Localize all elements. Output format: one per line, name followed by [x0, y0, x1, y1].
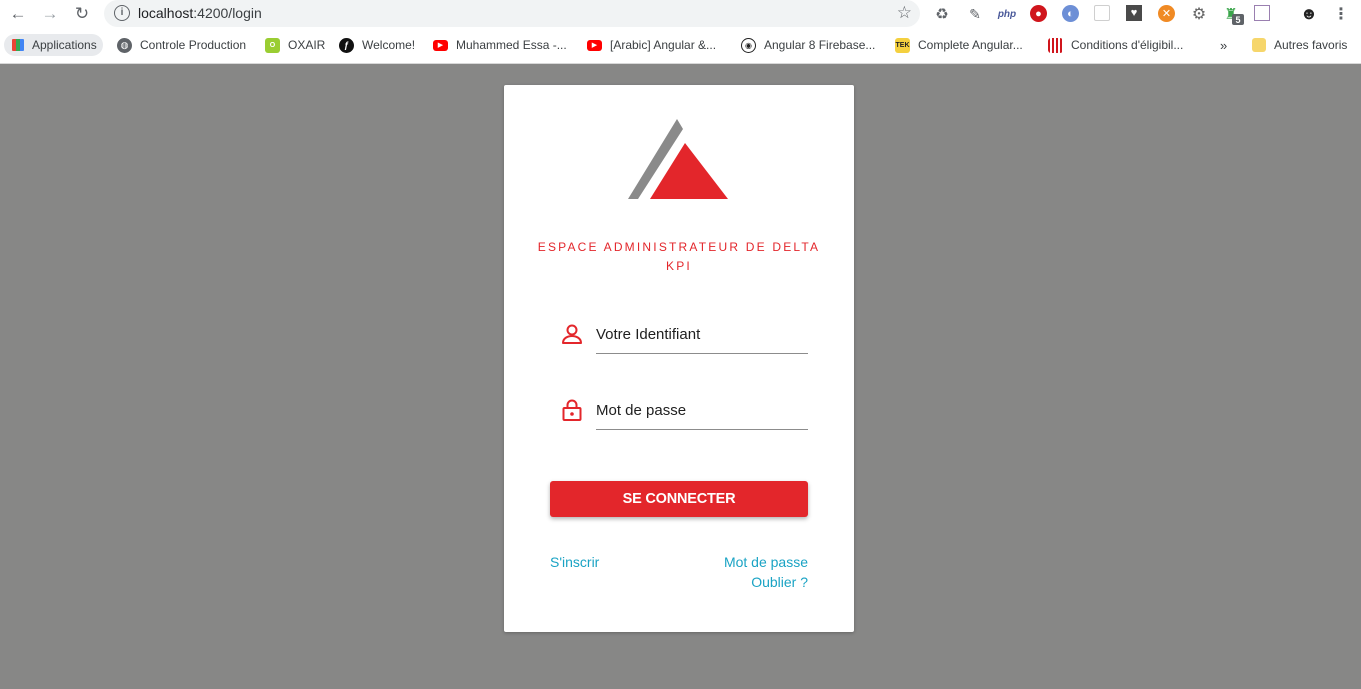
bookmark-controle-production[interactable]: ◍ Controle Production [117, 34, 246, 56]
username-field[interactable]: Votre Identifiant [560, 314, 808, 364]
menu-dots-icon[interactable]: ⋮ [1332, 5, 1350, 23]
bookmark-oxair[interactable]: O OXAIR [265, 34, 325, 56]
more-bookmarks-label: » [1220, 37, 1228, 53]
forgot-link-line1: Mot de passe [723, 554, 808, 570]
forward-arrow-icon[interactable]: → [38, 2, 62, 26]
bookmark-welcome[interactable]: ƒ Welcome! [339, 34, 415, 56]
bookmark-complete-angular[interactable]: TEK Complete Angular... [895, 34, 1023, 56]
signup-link[interactable]: S'inscrir [550, 552, 599, 572]
bookmark-label: Complete Angular... [918, 38, 1023, 52]
more-bookmarks-button[interactable]: » [1220, 34, 1227, 56]
forgot-password-link[interactable]: Mot de passe Oublier ? [724, 552, 808, 592]
url-host: localhost [138, 5, 194, 21]
orange-x-extension-icon[interactable]: ✕ [1158, 5, 1175, 22]
recycle-extension-icon[interactable]: ♻ [933, 5, 951, 23]
php-extension-icon[interactable]: php [996, 5, 1018, 23]
shield-extension-icon[interactable]: ♥ [1126, 5, 1142, 21]
bars-icon [1048, 37, 1063, 53]
bookmark-label: Welcome! [362, 38, 416, 52]
bookmark-label: Autres favoris [1274, 38, 1348, 52]
apps-grid-icon [12, 39, 24, 51]
browser-toolbar: ← → ↻ i localhost:4200/login ☆ ♻ ✎ php ●… [0, 0, 1361, 28]
page-title: ESPACE ADMINISTRATEUR DE DELTA KPI [537, 240, 821, 273]
grid-extension-icon[interactable] [1094, 5, 1110, 21]
calendar-extension-icon[interactable] [1254, 5, 1270, 21]
bookmark-conditions-eligibilite[interactable]: Conditions d'éligibil... [1048, 34, 1183, 56]
bookmarks-bar: Applications ◍ Controle Production O OXA… [0, 31, 1361, 59]
reload-icon[interactable]: ↻ [70, 2, 94, 26]
adblock-extension-icon[interactable]: ● [1030, 5, 1047, 22]
browser-chrome: ← → ↻ i localhost:4200/login ☆ ♻ ✎ php ●… [0, 0, 1361, 64]
tek-icon: TEK [895, 37, 910, 53]
address-bar[interactable]: i localhost:4200/login ☆ [104, 0, 920, 27]
bookmark-label: Conditions d'éligibil... [1071, 38, 1184, 52]
username-underline [596, 353, 808, 354]
blue-circle-extension-icon[interactable]: ◐ [1062, 5, 1079, 22]
lock-icon [562, 399, 582, 421]
youtube-icon: ▶ [433, 39, 448, 51]
login-submit-button[interactable]: SE CONNECTER [550, 481, 808, 517]
password-field[interactable]: Mot de passe [560, 390, 808, 440]
bookmark-applications[interactable]: Applications [4, 34, 103, 56]
youtube-icon: ▶ [587, 39, 602, 51]
bookmark-angular-firebase[interactable]: ◉ Angular 8 Firebase... [741, 34, 875, 56]
bookmark-star-icon[interactable]: ☆ [897, 3, 912, 23]
password-placeholder: Mot de passe [596, 402, 687, 419]
bookmark-label: Controle Production [140, 38, 247, 52]
login-card: ESPACE ADMINISTRATEUR DE DELTA KPI Votre… [504, 85, 854, 632]
gear-extension-icon[interactable]: ⚙ [1190, 5, 1208, 23]
password-underline [596, 429, 808, 430]
oxair-icon: O [265, 37, 280, 53]
bookmark-label: [Arabic] Angular &... [610, 38, 717, 52]
site-info-icon[interactable]: i [114, 5, 130, 21]
extension-badge-count: 5 [1232, 14, 1244, 25]
address-url[interactable]: localhost:4200/login [138, 5, 262, 21]
bookmark-label: Angular 8 Firebase... [764, 38, 876, 52]
globe-icon: ◍ [117, 37, 132, 53]
symfony-icon: ƒ [339, 37, 354, 53]
bookmark-autres-favoris[interactable]: Autres favoris [1252, 34, 1347, 56]
bookmark-label: Muhammed Essa -... [456, 38, 567, 52]
delta-kpi-logo [628, 119, 728, 199]
bookmark-label: Applications [32, 38, 97, 52]
profile-avatar-icon[interactable]: ☻ [1300, 4, 1318, 23]
bookmark-arabic-angular[interactable]: ▶ [Arabic] Angular &... [587, 34, 716, 56]
url-path: :4200/login [193, 5, 262, 21]
bookmark-muhammed-essa[interactable]: ▶ Muhammed Essa -... [433, 34, 567, 56]
username-placeholder: Votre Identifiant [596, 326, 701, 343]
folder-icon [1252, 38, 1266, 52]
user-icon [562, 324, 582, 344]
magic-wand-extension-icon[interactable]: ✎ [966, 5, 984, 23]
forgot-link-line2: Oublier ? [751, 574, 808, 590]
bookmark-label: OXAIR [288, 38, 326, 52]
back-arrow-icon[interactable]: ← [6, 2, 30, 26]
github-icon: ◉ [741, 37, 756, 53]
